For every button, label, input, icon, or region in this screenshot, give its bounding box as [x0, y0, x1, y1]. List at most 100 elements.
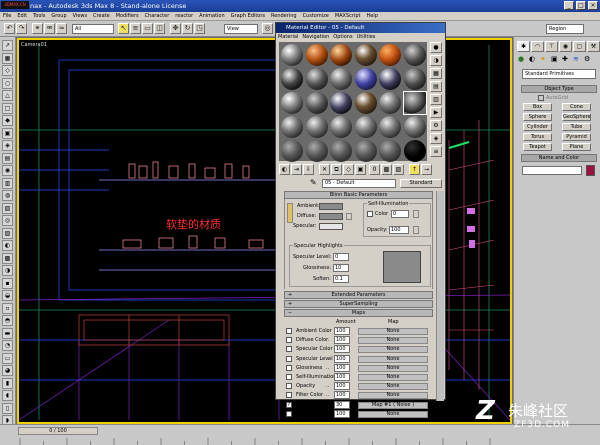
material-sample-slot[interactable]	[305, 116, 328, 138]
make-unique-icon[interactable]: ◇	[343, 164, 354, 175]
opacity-spinner[interactable]: 100	[389, 226, 409, 234]
create-plane-button[interactable]: Plane	[562, 143, 591, 151]
menu-create[interactable]: Create	[90, 12, 113, 21]
self-illum-color-checkbox[interactable]	[367, 211, 373, 217]
material-sample-slot[interactable]	[403, 140, 426, 162]
create-geosphere-button[interactable]: GeoSphere	[562, 113, 591, 121]
material-type-button[interactable]: Standard	[400, 179, 442, 188]
extended-parameters-rollout[interactable]: + Extended Parameters	[284, 291, 433, 299]
tab-panel-tool-icon[interactable]: ▮	[2, 377, 13, 389]
unlink-icon[interactable]: ⚮	[44, 23, 55, 34]
material-sample-slot[interactable]	[354, 140, 377, 162]
maximize-button[interactable]: □	[576, 1, 586, 10]
map-enable-checkbox[interactable]: ✓	[286, 401, 292, 408]
map-amount-spinner[interactable]: 100	[334, 336, 350, 345]
put-to-library-icon[interactable]: ▣	[355, 164, 366, 175]
redo-icon[interactable]: ↷	[16, 23, 27, 34]
make-copy-icon[interactable]: ⧉	[331, 164, 342, 175]
timeline-track[interactable]	[18, 437, 498, 445]
select-object-icon[interactable]: ↖	[118, 23, 129, 34]
select-by-material-icon[interactable]: ◈	[430, 133, 442, 144]
create-cylinder-button[interactable]: Cylinder	[523, 123, 552, 131]
material-name-field[interactable]: 05 - Default	[322, 179, 396, 188]
material-sample-slot[interactable]	[379, 116, 401, 138]
menu-edit[interactable]: Edit	[14, 12, 30, 21]
systems-icon[interactable]: ⚙	[584, 55, 590, 63]
background-icon[interactable]: ▦	[430, 68, 442, 79]
ref-coord-dropdown[interactable]: View	[224, 24, 258, 34]
map-enable-checkbox[interactable]	[286, 364, 292, 371]
supersampling-rollout[interactable]: + SuperSampling	[284, 300, 433, 308]
map-slot-button[interactable]: Map #1 ( Noise )	[358, 401, 428, 409]
ambient-swatch[interactable]	[319, 203, 343, 210]
select-move-icon[interactable]: ✥	[170, 23, 181, 34]
menu-customize[interactable]: Customize	[300, 12, 332, 21]
material-sample-slot[interactable]	[281, 44, 303, 66]
opacity-map-button[interactable]	[413, 226, 419, 234]
put-to-scene-icon[interactable]: ⇥	[291, 164, 302, 175]
tab-panel-tool-icon[interactable]: ▫	[2, 302, 13, 314]
show-end-result-icon[interactable]: ▨	[393, 164, 404, 175]
select-by-name-icon[interactable]: ≡	[130, 23, 141, 34]
spacewarps-icon[interactable]: ≋	[573, 55, 579, 63]
tab-panel-tool-icon[interactable]: ○	[2, 77, 13, 89]
material-sample-slot[interactable]	[281, 140, 303, 162]
medit-menu-utilities[interactable]: Utilities	[355, 33, 378, 41]
create-teapot-button[interactable]: Teapot	[523, 143, 552, 151]
tab-panel-tool-icon[interactable]: ◐	[2, 240, 13, 251]
map-enable-checkbox[interactable]	[286, 410, 292, 417]
go-forward-sibling-icon[interactable]: →	[421, 164, 432, 175]
minimize-button[interactable]: _	[564, 1, 574, 10]
material-sample-slot[interactable]	[354, 92, 377, 114]
glossiness-spinner[interactable]: 10	[333, 264, 349, 272]
map-slot-button[interactable]: None	[358, 392, 428, 400]
self-illum-color-spinner[interactable]: 0	[391, 210, 409, 218]
map-slot-button[interactable]: None	[358, 355, 428, 363]
material-sample-slot[interactable]	[330, 44, 352, 66]
map-slot-button[interactable]: None	[358, 410, 428, 418]
specular-level-spinner[interactable]: 0	[333, 253, 349, 261]
show-map-in-viewport-icon[interactable]: ▩	[381, 164, 392, 175]
material-sample-slot[interactable]	[281, 92, 303, 114]
tab-panel-tool-icon[interactable]: □	[2, 102, 13, 114]
map-slot-button[interactable]: None	[358, 383, 428, 391]
map-enable-checkbox[interactable]	[286, 337, 292, 344]
tab-panel-tool-icon[interactable]: ▩	[2, 252, 13, 264]
close-button[interactable]: ×	[588, 1, 598, 10]
material-sample-slot[interactable]	[354, 68, 377, 90]
material-sample-slot[interactable]	[403, 68, 426, 90]
medit-menu-options[interactable]: Options	[331, 33, 354, 41]
tab-panel-tool-icon[interactable]: ▤	[2, 152, 13, 164]
make-preview-icon[interactable]: ▶	[430, 107, 442, 118]
map-slot-button[interactable]: None	[358, 374, 428, 381]
material-sample-slot[interactable]	[281, 116, 303, 138]
maps-rollout[interactable]: − Maps	[284, 309, 433, 317]
menu-maxscript[interactable]: MAXScript	[332, 12, 364, 21]
material-editor-scrollbar[interactable]	[436, 191, 444, 401]
soften-spinner[interactable]: 0.1	[333, 275, 349, 283]
tab-panel-tool-icon[interactable]: ◔	[2, 340, 13, 351]
tab-panel-tool-icon[interactable]: ◑	[2, 265, 13, 276]
material-sample-slot[interactable]	[379, 68, 401, 90]
shapes-icon[interactable]: ◐	[529, 55, 535, 63]
menu-animation[interactable]: Animation	[196, 12, 228, 21]
material-sample-slot[interactable]	[330, 68, 352, 90]
backlight-icon[interactable]: ◑	[430, 55, 442, 66]
category-dropdown[interactable]: Standard Primitives	[522, 69, 596, 79]
map-amount-spinner[interactable]: 100	[334, 363, 350, 372]
window-crossing-icon[interactable]: ◫	[154, 23, 165, 34]
display-tab-icon[interactable]: ▢	[573, 41, 586, 52]
create-sphere-button[interactable]: Sphere	[523, 113, 552, 121]
map-enable-checkbox[interactable]	[286, 346, 292, 353]
helpers-icon[interactable]: ✚	[562, 55, 568, 63]
tab-panel-tool-icon[interactable]: ▧	[2, 202, 13, 214]
material-sample-slot[interactable]	[379, 44, 401, 66]
menu-reactor[interactable]: reactor	[172, 12, 196, 21]
utilities-tab-icon[interactable]: ⚒	[587, 41, 600, 52]
create-tab-icon[interactable]: ✱	[517, 41, 530, 52]
map-enable-checkbox[interactable]	[286, 374, 292, 380]
menu-graph-editors[interactable]: Graph Editors	[228, 12, 268, 21]
video-check-icon[interactable]: ▥	[430, 94, 442, 105]
material-effects-channel-icon[interactable]: 0	[369, 164, 380, 175]
map-amount-spinner[interactable]: 30	[334, 400, 350, 409]
